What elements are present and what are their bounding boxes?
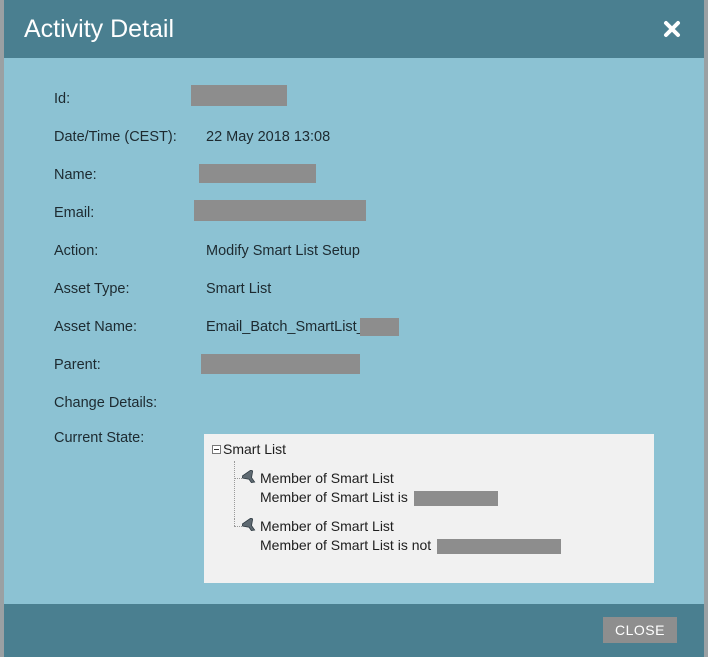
datetime-label: Date/Time (CEST): bbox=[54, 129, 177, 145]
activity-detail-dialog: Activity Detail Id: Date/Time (CEST): 22… bbox=[4, 0, 704, 657]
name-label: Name: bbox=[54, 167, 97, 183]
filter-2-condition-text: Member of Smart List is not bbox=[260, 537, 432, 553]
asset-name-suffix-redacted bbox=[360, 318, 399, 336]
filter-funnel-icon[interactable] bbox=[241, 517, 258, 534]
tree-connector-horizontal-2 bbox=[234, 526, 242, 527]
asset-name-label: Asset Name: bbox=[54, 319, 137, 335]
close-x-icon[interactable] bbox=[660, 17, 684, 41]
filter-1-title: Member of Smart List bbox=[260, 470, 394, 486]
action-label: Action: bbox=[54, 243, 99, 259]
dialog-title: Activity Detail bbox=[24, 15, 175, 43]
current-state-panel: Smart List Member of Smart List Member o… bbox=[204, 434, 654, 583]
asset-name-value: Email_Batch_SmartList_ bbox=[206, 319, 365, 335]
tree-connector-vertical bbox=[234, 461, 235, 519]
smart-list-root-label: Smart List bbox=[223, 441, 287, 457]
id-label: Id: bbox=[54, 91, 71, 107]
email-value-redacted bbox=[194, 200, 366, 221]
filter-2-list-redacted bbox=[437, 538, 562, 554]
current-state-label: Current State: bbox=[54, 430, 145, 446]
change-details-label: Change Details: bbox=[54, 395, 158, 411]
dialog-header: Activity Detail bbox=[4, 0, 704, 58]
filter-2-title: Member of Smart List bbox=[260, 518, 394, 534]
asset-type-label: Asset Type: bbox=[54, 281, 130, 297]
id-value-redacted bbox=[191, 85, 287, 106]
name-value-redacted bbox=[199, 164, 316, 183]
filter-1-list-redacted bbox=[413, 490, 498, 506]
close-button[interactable]: CLOSE bbox=[603, 617, 677, 643]
filter-2-condition: Member of Smart List is not bbox=[260, 536, 562, 555]
asset-type-value: Smart List bbox=[206, 281, 272, 297]
action-value: Modify Smart List Setup bbox=[206, 243, 360, 259]
datetime-value: 22 May 2018 13:08 bbox=[206, 129, 331, 145]
email-label: Email: bbox=[54, 205, 95, 221]
tree-connector-vertical-2 bbox=[234, 519, 235, 526]
parent-label: Parent: bbox=[54, 357, 101, 373]
filter-1-condition-text: Member of Smart List is bbox=[260, 489, 408, 505]
parent-value-redacted bbox=[201, 354, 360, 374]
collapse-toggle-icon[interactable] bbox=[212, 444, 221, 454]
tree-connector-horizontal-1 bbox=[234, 478, 242, 479]
filter-funnel-icon[interactable] bbox=[241, 469, 258, 486]
page-edge-right bbox=[704, 0, 708, 657]
smart-list-tree-root: Smart List bbox=[212, 440, 286, 458]
filter-1-condition: Member of Smart List is bbox=[260, 488, 498, 507]
dialog-footer: CLOSE bbox=[4, 604, 704, 657]
